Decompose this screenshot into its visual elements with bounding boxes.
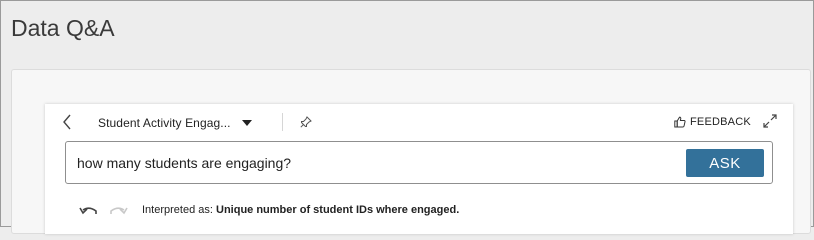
chevron-left-icon bbox=[63, 114, 71, 130]
feedback-button[interactable]: FEEDBACK bbox=[674, 114, 751, 130]
feedback-label: FEEDBACK bbox=[690, 116, 751, 128]
interpretation-row: Interpreted as: Unique number of student… bbox=[79, 202, 779, 222]
redo-icon bbox=[110, 207, 128, 215]
interpretation-value: Unique number of student IDs where engag… bbox=[216, 204, 460, 216]
qa-card: Student Activity Engag... FEEDBACK how m… bbox=[45, 104, 793, 234]
dataset-selector[interactable]: Student Activity Engag... bbox=[98, 113, 252, 133]
undo-button[interactable] bbox=[79, 205, 99, 221]
query-input[interactable] bbox=[77, 152, 667, 174]
expand-icon bbox=[763, 114, 777, 128]
interpretation-text: Interpreted as: Unique number of student… bbox=[142, 204, 459, 216]
back-button[interactable] bbox=[59, 112, 75, 132]
redo-button[interactable] bbox=[108, 205, 128, 221]
interpretation-prefix: Interpreted as: bbox=[142, 204, 213, 216]
undo-icon bbox=[79, 207, 97, 215]
pin-icon bbox=[300, 116, 312, 128]
caret-down-icon bbox=[241, 120, 252, 126]
thumbs-up-icon bbox=[674, 116, 686, 128]
ask-button[interactable]: ASK bbox=[686, 149, 764, 177]
expand-button[interactable] bbox=[762, 113, 778, 129]
page-title: Data Q&A bbox=[11, 15, 115, 41]
pin-button[interactable] bbox=[299, 114, 313, 130]
qa-toolbar: Student Activity Engag... FEEDBACK bbox=[45, 104, 793, 140]
query-box: ASK bbox=[65, 141, 773, 184]
toolbar-divider bbox=[282, 113, 283, 131]
dataset-name: Student Activity Engag... bbox=[98, 116, 231, 130]
